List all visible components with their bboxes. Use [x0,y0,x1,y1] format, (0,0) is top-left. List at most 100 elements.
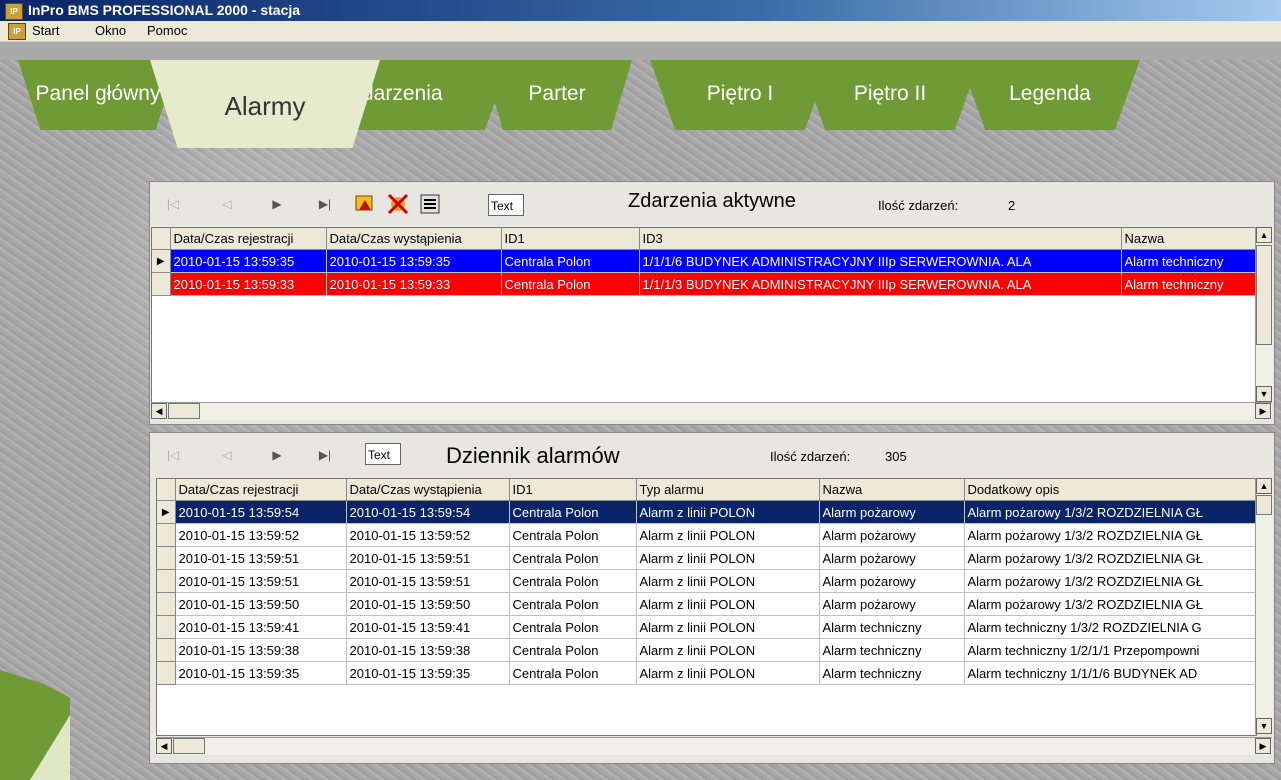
scroll-left-icon[interactable]: ◀ [151,403,167,419]
table-cell: Alarm pożarowy [819,592,965,616]
row-indicator[interactable] [157,615,176,639]
alarm-log-count: 305 [885,449,907,464]
table-cell: 2010-01-15 13:59:35 [170,249,327,273]
scroll-thumb[interactable] [173,738,205,754]
text-button[interactable]: Text [488,194,524,216]
table-row[interactable]: 2010-01-15 13:59:51 2010-01-15 13:59:51 Ce… [157,546,1256,570]
scroll-down-icon[interactable]: ▼ [1256,386,1272,402]
table-cell: 2010-01-15 13:59:51 [175,546,347,570]
row-indicator[interactable] [157,592,176,616]
app-menu-icon[interactable]: IP [8,23,26,40]
alarm-log-vscroll[interactable]: ▲ ▼ [1255,478,1273,734]
scroll-up-icon[interactable]: ▲ [1256,227,1272,243]
tab-legenda[interactable]: Legenda [960,60,1140,130]
active-events-grid[interactable]: Data/Czas rejestracji Data/Czas wystąpien… [151,227,1257,404]
column-header[interactable]: Nazwa [1121,228,1256,250]
row-indicator[interactable] [157,523,176,547]
row-indicator[interactable] [157,661,176,685]
table-cell: Alarm pożarowy 1/3/2 ROZDZIELNIA GŁ [964,592,1256,616]
table-cell: Alarm techniczny 1/1/1/6 BUDYNEK AD [964,661,1256,685]
table-cell: Alarm techniczny [1121,272,1256,296]
tab-alarmy[interactable]: Alarmy [150,60,380,148]
table-cell: 2010-01-15 13:59:35 [326,249,502,273]
table-cell: Centrala Polon [501,249,640,273]
column-header[interactable]: ID1 [509,479,637,501]
next-record-icon[interactable]: ▶ [268,196,286,212]
last-record-icon[interactable]: ▶| [316,196,334,212]
details-icon[interactable] [418,192,442,216]
table-cell: Alarm z linii POLON [636,638,820,662]
window-title: InPro BMS PROFESSIONAL 2000 - stacja [28,2,301,18]
table-row[interactable]: ▶ 2010-01-15 13:59:54 2010-01-15 13:59:54 C… [157,500,1256,524]
column-header[interactable]: Nazwa [819,479,965,501]
row-indicator[interactable]: ▶ [157,500,176,524]
first-record-icon[interactable]: |◁ [164,447,182,463]
column-header[interactable]: ID3 [639,228,1122,250]
column-header[interactable]: Typ alarmu [636,479,820,501]
table-cell: Centrala Polon [509,661,637,685]
table-cell: Alarm pożarowy 1/3/2 ROZDZIELNIA GŁ [964,500,1256,524]
table-cell: 2010-01-15 13:59:35 [346,661,510,685]
table-cell: Alarm z linii POLON [636,661,820,685]
scroll-left-icon[interactable]: ◀ [156,738,172,754]
table-row[interactable]: 2010-01-15 13:59:50 2010-01-15 13:59:50 Ce… [157,592,1256,616]
column-header[interactable]: Data/Czas wystąpienia [326,228,502,250]
scroll-thumb[interactable] [1256,245,1272,345]
row-indicator[interactable] [152,272,171,296]
alarm-log-grid[interactable]: Data/Czas rejestracji Data/Czas wystąpien… [156,478,1257,736]
clear-alarm-icon[interactable] [386,192,410,216]
table-cell: Alarm pożarowy [819,523,965,547]
scroll-right-icon[interactable]: ▶ [1255,738,1271,754]
tab-label: Piętro II [853,82,927,105]
table-row[interactable]: 2010-01-15 13:59:52 2010-01-15 13:59:52 Ce… [157,523,1256,547]
tab-bar: Panel główny Parter Piętro I Piętro II L… [0,60,1281,155]
column-header[interactable]: Dodatkowy opis [964,479,1256,501]
tab-pietro-1[interactable]: Piętro I [650,60,830,130]
first-record-icon[interactable]: |◁ [164,196,182,212]
app-icon: IP [5,3,23,20]
menu-start[interactable]: Start [32,21,59,41]
acknowledge-icon[interactable] [353,192,377,216]
menu-pomoc[interactable]: Pomoc [147,21,187,41]
column-header[interactable]: Data/Czas rejestracji [170,228,327,250]
row-indicator[interactable] [157,546,176,570]
row-indicator[interactable]: ▶ [152,249,171,273]
scroll-right-icon[interactable]: ▶ [1255,403,1271,419]
scroll-down-icon[interactable]: ▼ [1256,718,1272,734]
table-cell: Centrala Polon [509,523,637,547]
table-cell: 2010-01-15 13:59:50 [346,592,510,616]
tab-pietro-2[interactable]: Piętro II [800,60,980,130]
scroll-up-icon[interactable]: ▲ [1256,478,1272,494]
prev-record-icon[interactable]: ◁ [218,196,236,212]
active-events-count-label: Ilość zdarzeń: [878,198,959,213]
active-events-vscroll[interactable]: ▲ ▼ [1255,227,1273,402]
table-cell: 2010-01-15 13:59:41 [346,615,510,639]
text-button[interactable]: Text [365,443,401,465]
table-cell: 2010-01-15 13:59:41 [175,615,347,639]
window-title-bar: IP InPro BMS PROFESSIONAL 2000 - stacja [0,0,1281,21]
active-events-hscroll[interactable]: ◀ ▶ [151,402,1272,420]
alarm-log-count-label: Ilość zdarzeń: [770,449,851,464]
row-indicator[interactable] [157,569,176,593]
table-cell: 2010-01-15 13:59:51 [175,569,347,593]
column-header[interactable]: Data/Czas rejestracji [175,479,347,501]
next-record-icon[interactable]: ▶ [268,447,286,463]
last-record-icon[interactable]: ▶| [316,447,334,463]
prev-record-icon[interactable]: ◁ [218,447,236,463]
column-header[interactable]: Data/Czas wystąpienia [346,479,510,501]
table-row[interactable]: 2010-01-15 13:59:41 2010-01-15 13:59:41 Ce… [157,615,1256,639]
scroll-thumb[interactable] [168,403,200,419]
scroll-thumb[interactable] [1256,495,1272,515]
table-row[interactable]: 2010-01-15 13:59:38 2010-01-15 13:59:38 Ce… [157,638,1256,662]
menu-okno[interactable]: Okno [95,21,126,41]
table-cell: Alarm z linii POLON [636,500,820,524]
alarm-log-hscroll[interactable]: ◀ ▶ [156,737,1272,755]
table-row[interactable]: 2010-01-15 13:59:51 2010-01-15 13:59:51 Ce… [157,569,1256,593]
table-row[interactable]: ▶ 2010-01-15 13:59:35 2010-01-15 13:59:35 C… [152,249,1256,273]
table-cell: 2010-01-15 13:59:51 [346,569,510,593]
column-header[interactable]: ID1 [501,228,640,250]
row-indicator[interactable] [157,638,176,662]
table-row[interactable]: 2010-01-15 13:59:33 2010-01-15 13:59:33 Ce… [152,272,1256,296]
table-row[interactable]: 2010-01-15 13:59:35 2010-01-15 13:59:35 Ce… [157,661,1256,685]
table-cell: Alarm z linii POLON [636,615,820,639]
